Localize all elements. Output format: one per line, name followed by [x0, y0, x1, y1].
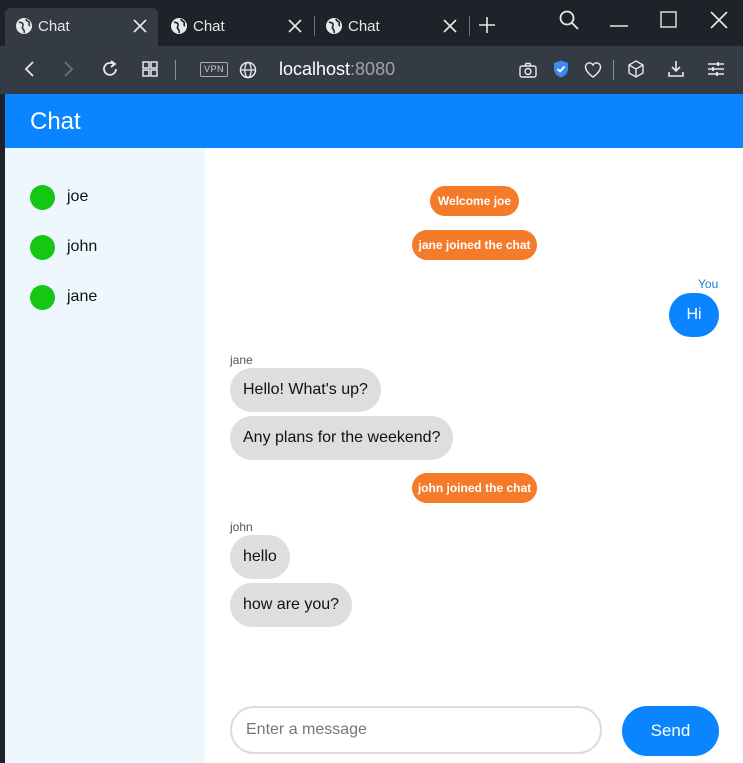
user-name: jane: [67, 288, 98, 305]
online-status-dot: [30, 235, 55, 260]
send-button[interactable]: Send: [622, 706, 719, 756]
incoming-message-bubble: how are you?: [230, 583, 353, 627]
globe-icon: [171, 18, 187, 34]
incoming-message-bubble: hello: [230, 535, 290, 579]
message-panel: Welcome joe jane joined the chat You Hi …: [205, 148, 743, 763]
url-host: localhost: [279, 59, 351, 79]
tab-separator: [469, 16, 470, 36]
system-message: Welcome joe: [430, 186, 519, 216]
message-sender-label: You: [698, 277, 719, 291]
tab-chat-3[interactable]: Chat: [315, 8, 468, 46]
tab-title: Chat: [38, 18, 70, 35]
app-title: Chat: [30, 108, 81, 135]
incoming-message-bubble: Any plans for the weekend?: [230, 416, 454, 460]
outgoing-message-bubble: Hi: [669, 293, 719, 337]
camera-icon[interactable]: [518, 60, 538, 80]
browser-tab-bar: Chat Chat Chat: [0, 0, 743, 46]
toolbar-separator: [175, 60, 176, 80]
close-tab-icon[interactable]: [442, 18, 458, 34]
settings-sliders-icon[interactable]: [706, 59, 726, 79]
toolbar-separator: [613, 60, 614, 80]
online-status-dot: [30, 285, 55, 310]
url-port: :8080: [350, 59, 396, 79]
message-sender-label: jane: [230, 353, 253, 367]
user-list-item: joe: [30, 185, 200, 211]
incoming-message-bubble: Hello! What's up?: [230, 368, 381, 412]
close-tab-icon[interactable]: [132, 18, 148, 34]
new-tab-plus-icon[interactable]: [478, 16, 496, 34]
tab-grid-icon[interactable]: [140, 59, 160, 79]
user-list-item: john: [30, 235, 200, 261]
close-window-icon[interactable]: [708, 9, 730, 31]
message-sender-label: john: [230, 520, 253, 534]
tab-chat-1[interactable]: Chat: [5, 8, 158, 46]
user-name: joe: [67, 188, 89, 205]
system-message: jane joined the chat: [412, 230, 537, 260]
user-list-item: jane: [30, 285, 200, 311]
cube-icon[interactable]: [626, 59, 646, 79]
address-bar[interactable]: localhost:8080: [279, 59, 395, 80]
app-header: Chat: [5, 94, 743, 148]
shield-icon[interactable]: [551, 59, 571, 79]
chat-app: Chat joe john jane Welcome joe jane join…: [5, 94, 743, 763]
globe-icon: [326, 18, 342, 34]
site-info-globe-icon[interactable]: [238, 60, 258, 80]
heart-icon[interactable]: [583, 60, 603, 80]
maximize-icon[interactable]: [658, 9, 680, 31]
download-icon[interactable]: [666, 59, 686, 79]
tab-chat-2[interactable]: Chat: [160, 8, 313, 46]
tab-title: Chat: [193, 18, 225, 35]
reload-icon[interactable]: [100, 59, 120, 79]
user-list-sidebar: joe john jane: [5, 148, 205, 763]
back-icon[interactable]: [20, 59, 40, 79]
online-status-dot: [30, 185, 55, 210]
system-message: john joined the chat: [412, 473, 537, 503]
globe-icon: [16, 18, 32, 34]
close-tab-icon[interactable]: [287, 18, 303, 34]
search-icon[interactable]: [558, 9, 580, 31]
minimize-icon[interactable]: [608, 9, 630, 31]
forward-icon[interactable]: [58, 59, 78, 79]
tab-title: Chat: [348, 18, 380, 35]
vpn-badge[interactable]: VPN: [200, 62, 228, 77]
message-input[interactable]: [230, 706, 602, 754]
user-name: john: [67, 238, 98, 255]
